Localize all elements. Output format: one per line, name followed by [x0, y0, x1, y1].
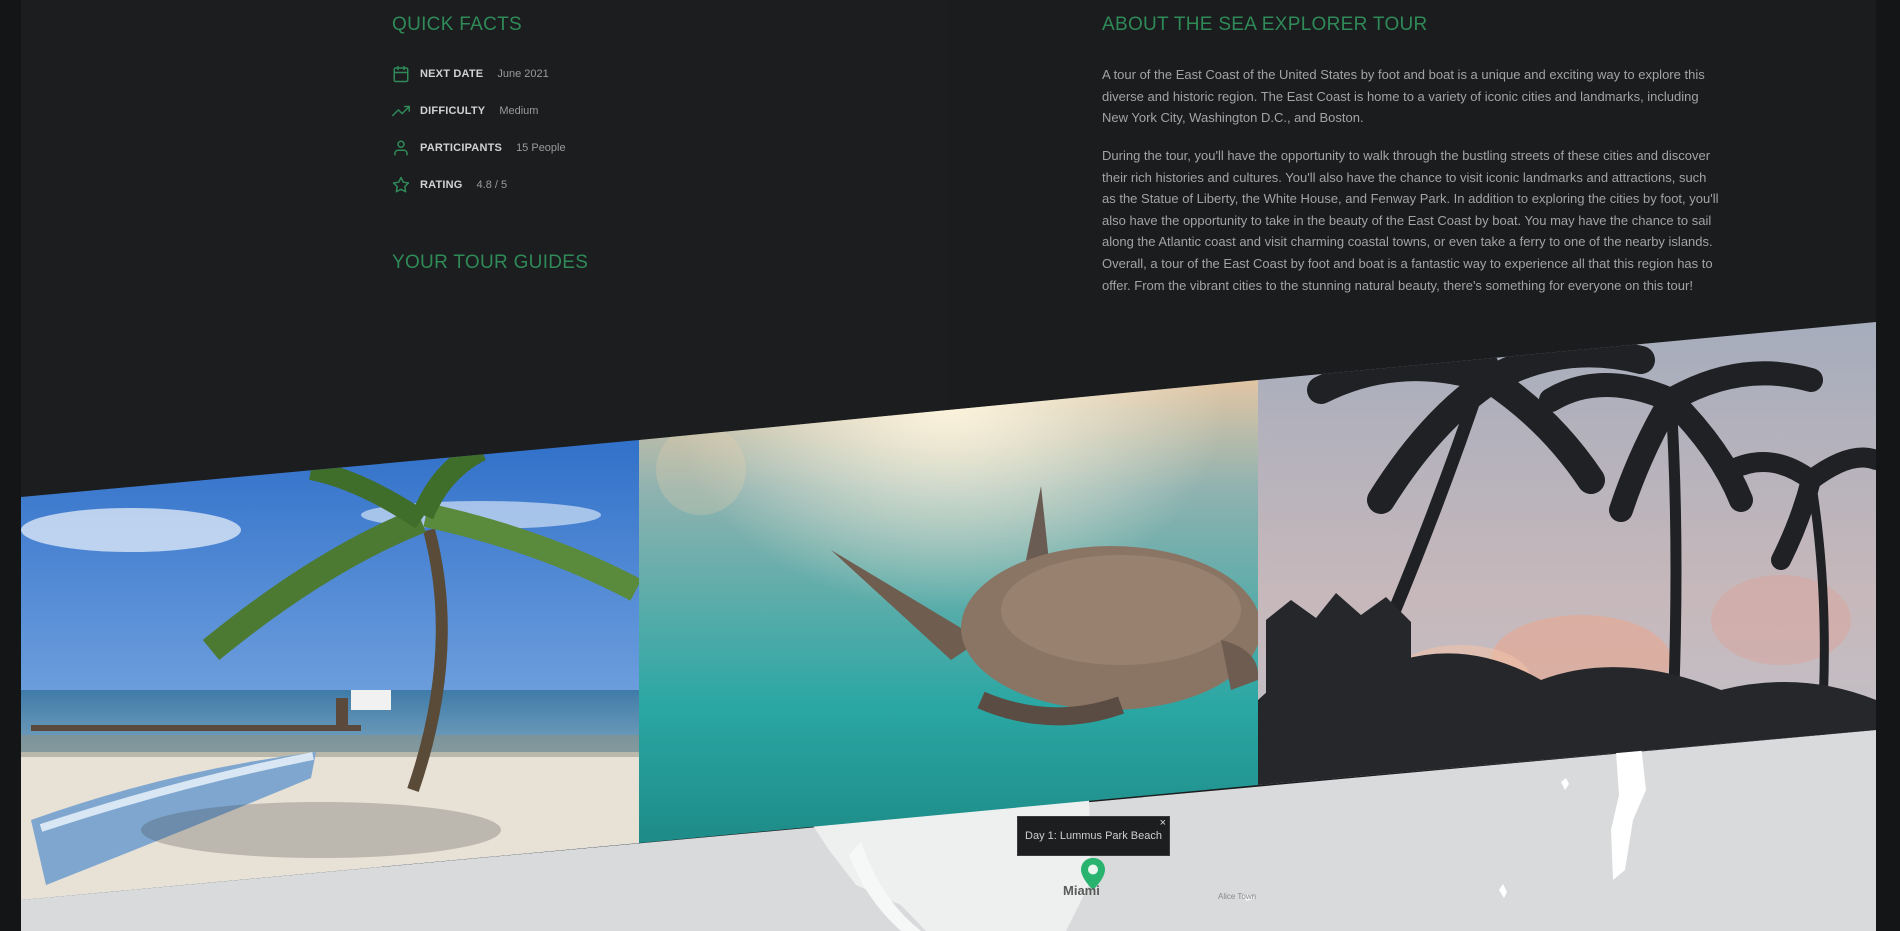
map-place-label: Alice Town: [1218, 892, 1257, 901]
close-icon[interactable]: ×: [1160, 817, 1166, 829]
palm-silhouettes-photo: [1258, 322, 1876, 785]
beach-palm-boat-photo: [21, 440, 639, 900]
sea-turtle-photo: [639, 380, 1258, 843]
photo-gallery: [21, 322, 1876, 900]
map-popup[interactable]: Day 1: Lummus Park Beach ×: [1017, 816, 1170, 856]
popup-text: Day 1: Lummus Park Beach: [1025, 830, 1162, 842]
tour-page: QUICK FACTS NEXT DATE June 2021 DIFFICUL…: [21, 0, 1876, 931]
map-city-label: Miami: [1063, 883, 1100, 898]
